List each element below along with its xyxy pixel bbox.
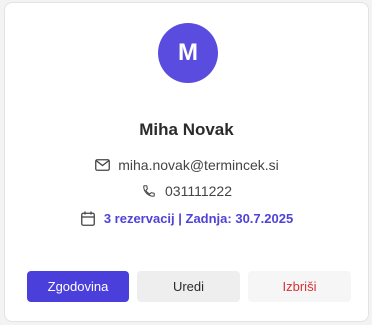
customer-card: M Miha Novak miha.novak@termincek.si 031… [4, 2, 369, 322]
history-button[interactable]: Zgodovina [27, 271, 129, 302]
email-row: miha.novak@termincek.si [5, 157, 368, 173]
phone-icon [141, 183, 157, 199]
reservations-row: 3 rezervacij | Zadnja: 30.7.2025 [5, 210, 368, 226]
mail-icon [94, 157, 110, 173]
phone-text: 031111222 [165, 183, 232, 199]
avatar-initial: M [178, 39, 198, 66]
edit-button[interactable]: Uredi [137, 271, 240, 302]
delete-button[interactable]: Izbriši [248, 271, 351, 302]
calendar-icon [80, 210, 96, 226]
reservations-text: 3 rezervacij | Zadnja: 30.7.2025 [103, 210, 294, 226]
email-text: miha.novak@termincek.si [118, 157, 279, 173]
customer-name: Miha Novak [139, 120, 234, 139]
avatar: M [158, 23, 218, 83]
phone-row: 031111222 [5, 183, 368, 199]
